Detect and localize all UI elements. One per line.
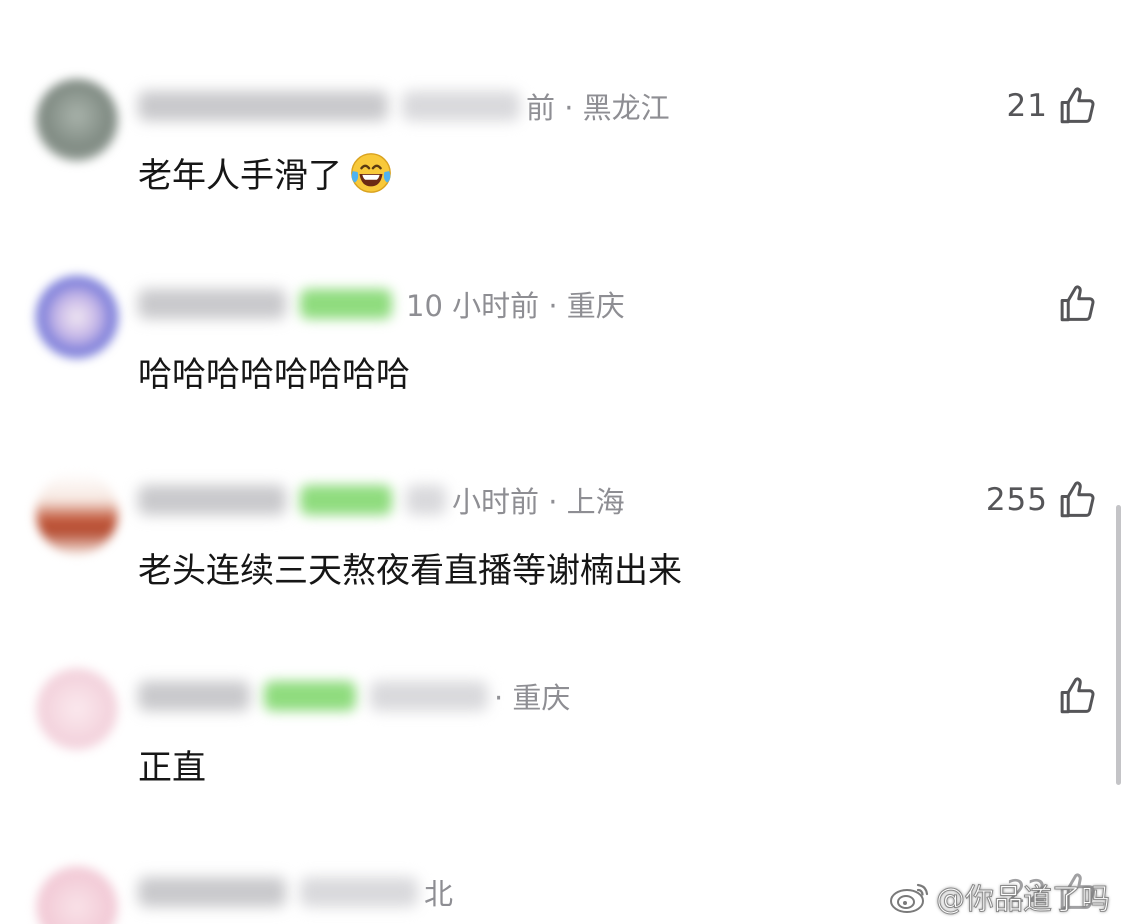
blurred-username[interactable] xyxy=(138,485,286,515)
comment-text: 哈哈哈哈哈哈哈哈 xyxy=(138,347,410,396)
weibo-logo-icon xyxy=(889,883,929,913)
blurred-time xyxy=(300,877,418,907)
watermark: @你品道了吗 xyxy=(888,876,1111,918)
blurred-badge xyxy=(300,289,392,319)
comment-time-location: 北 xyxy=(424,877,454,911)
like-button[interactable]: 255 xyxy=(986,478,1098,522)
blurred-time xyxy=(402,91,520,121)
laughing-tears-emoji-icon xyxy=(351,152,391,193)
comment-meta: · 重庆 xyxy=(138,674,570,718)
comment-text-content: 老头连续三天熬夜看直播等谢楠出来 xyxy=(138,551,682,591)
comment-time-location: 前 · 黑龙江 xyxy=(526,91,670,125)
watermark-text: @你品道了吗 xyxy=(935,882,1110,917)
like-button[interactable] xyxy=(1048,282,1098,326)
comment-time-location: 小时前 · 上海 xyxy=(452,485,625,519)
like-button[interactable]: 21 xyxy=(1007,84,1098,128)
blurred-badge xyxy=(264,681,356,711)
comment-meta: 北 xyxy=(138,870,453,914)
comment-time-location: 10 小时前 · 重庆 xyxy=(406,289,625,323)
like-count: 21 xyxy=(1006,88,1048,124)
thumbs-up-icon xyxy=(1060,87,1095,124)
comment-meta: 前 · 黑龙江 xyxy=(138,84,670,128)
avatar[interactable] xyxy=(36,668,118,750)
comment-text-content: 正直 xyxy=(138,748,206,788)
avatar[interactable] xyxy=(36,472,118,554)
avatar[interactable] xyxy=(36,276,118,358)
comment-text-content: 老年人手滑了 xyxy=(138,156,342,196)
comment-time-location: · 重庆 xyxy=(494,681,571,715)
avatar[interactable] xyxy=(36,79,118,161)
comment-text: 正直 xyxy=(138,740,206,789)
comment-meta: 小时前 · 上海 xyxy=(138,478,625,522)
thumbs-up-icon xyxy=(1060,285,1095,322)
comment-text: 老年人手滑了 xyxy=(138,148,394,197)
comment-meta: 10 小时前 · 重庆 xyxy=(138,282,625,326)
thumbs-up-icon xyxy=(1060,481,1095,518)
blurred-time xyxy=(370,681,488,711)
comment-text-content: 哈哈哈哈哈哈哈哈 xyxy=(138,355,410,395)
blurred-username[interactable] xyxy=(138,681,250,711)
avatar[interactable] xyxy=(36,866,118,924)
like-button[interactable] xyxy=(1048,674,1098,718)
blurred-badge xyxy=(300,485,392,515)
blurred-time xyxy=(406,485,446,515)
comment-text: 老头连续三天熬夜看直播等谢楠出来 xyxy=(138,543,682,592)
blurred-username[interactable] xyxy=(138,877,286,907)
like-count: 255 xyxy=(985,482,1048,518)
thumbs-up-icon xyxy=(1060,677,1095,714)
blurred-username[interactable] xyxy=(138,289,286,319)
blurred-username[interactable] xyxy=(138,91,388,121)
scrollbar[interactable] xyxy=(1116,505,1121,785)
